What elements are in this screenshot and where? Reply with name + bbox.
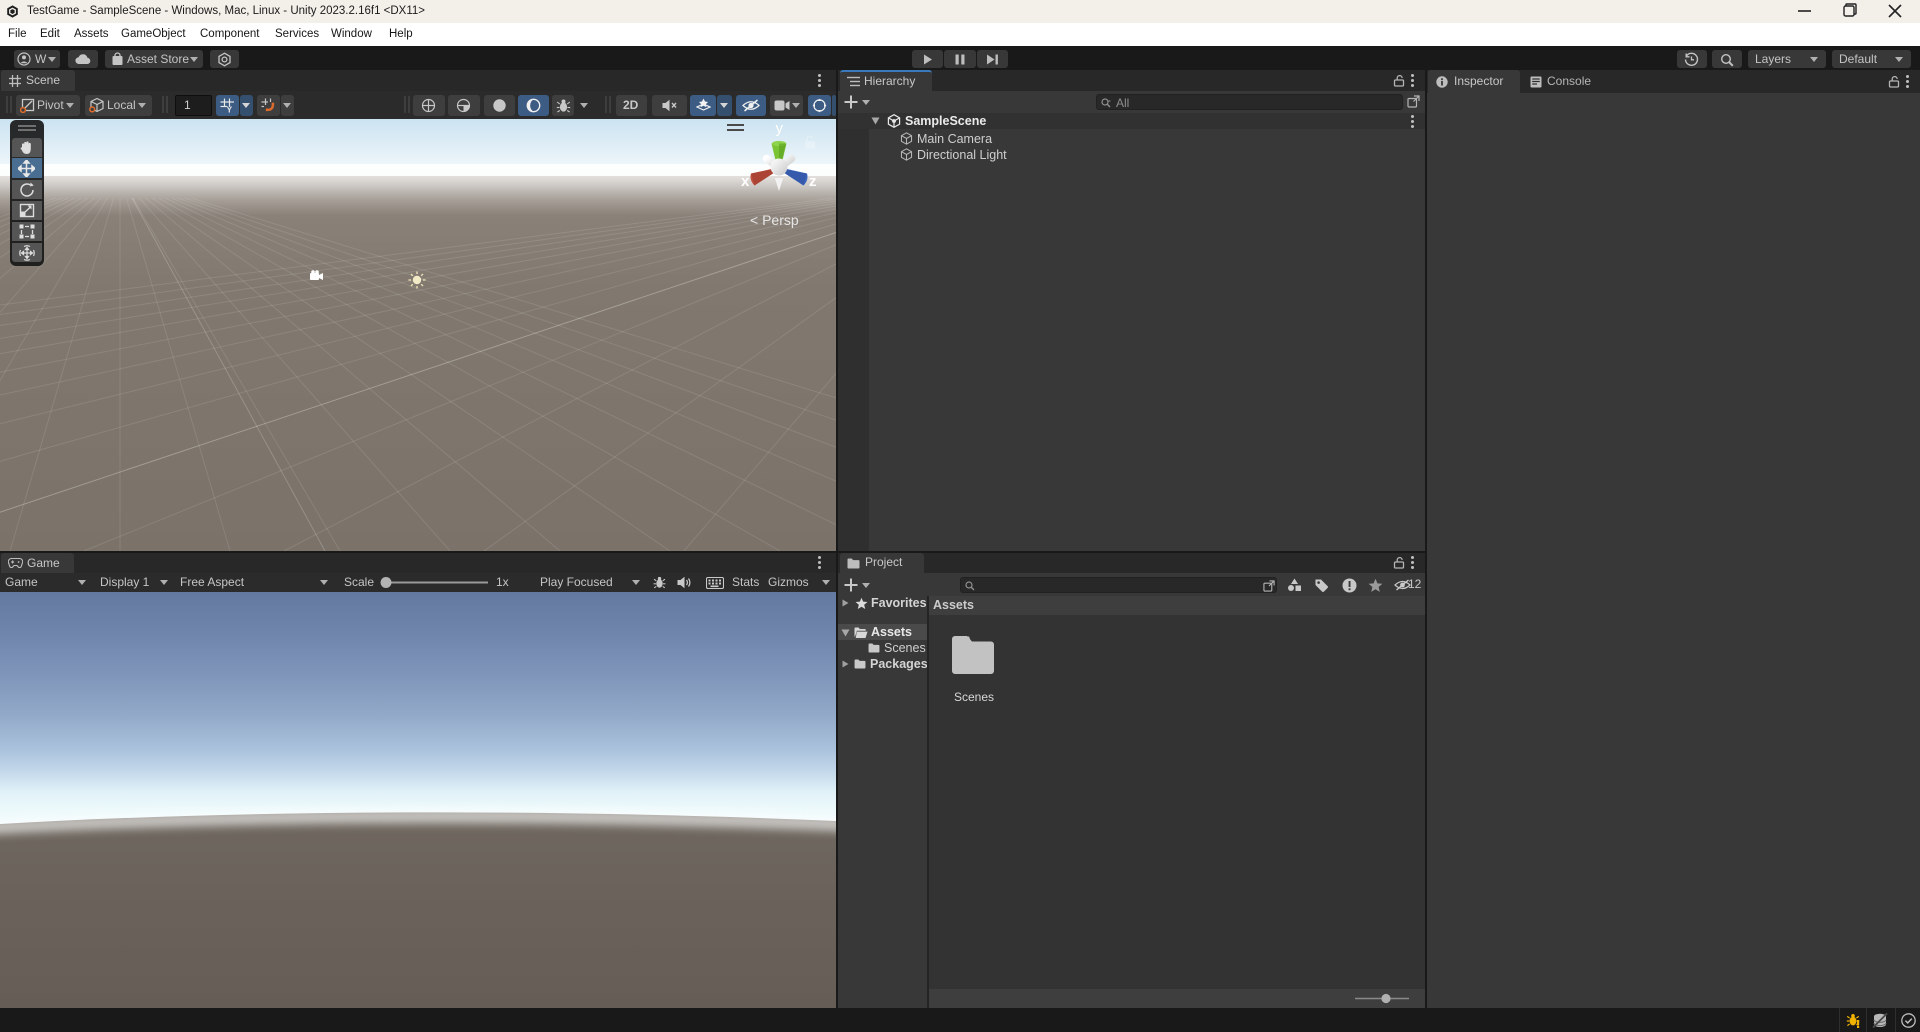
svg-text:y: y bbox=[776, 120, 784, 137]
svg-text:x: x bbox=[741, 173, 750, 190]
svg-text:Y: Y bbox=[227, 105, 233, 114]
svg-text:z: z bbox=[809, 173, 817, 190]
